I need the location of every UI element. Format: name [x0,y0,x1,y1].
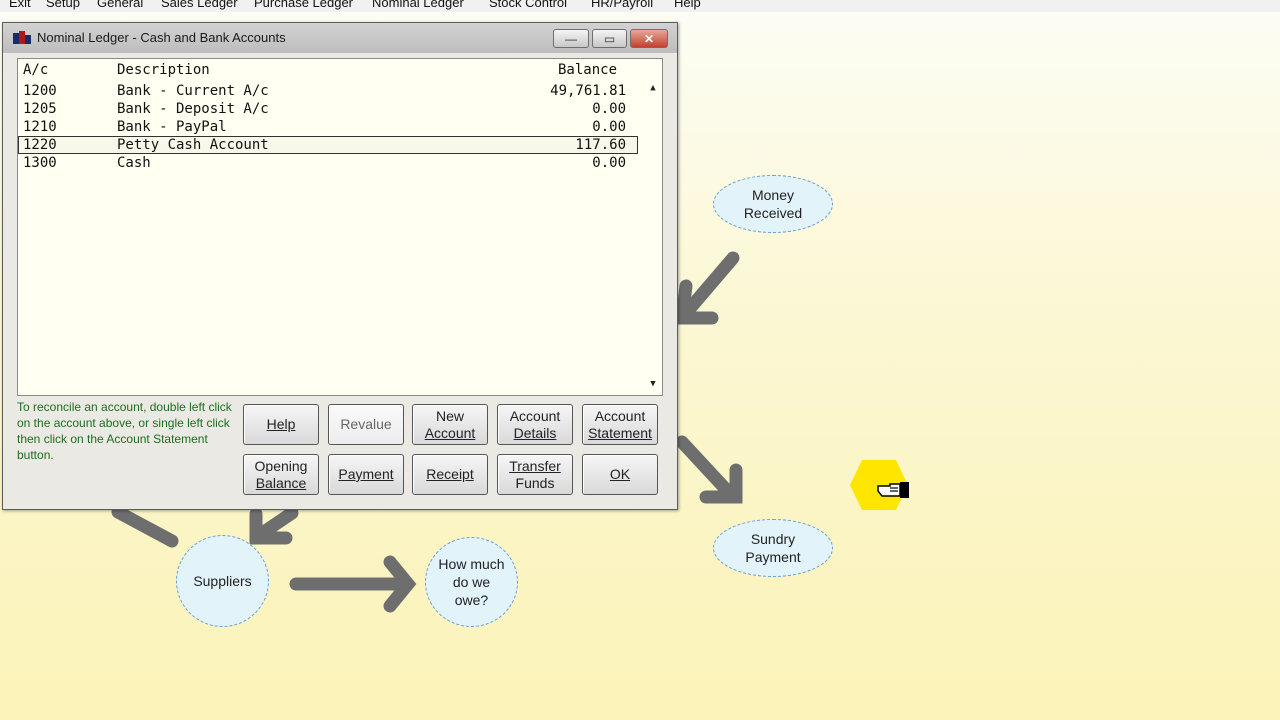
button-label: Details [513,424,557,441]
bubble-how-much-do-we-owe[interactable]: How much do we owe? [425,537,518,627]
scroll-up-arrow-icon[interactable]: ▲ [644,83,662,99]
bubble-line: Money [751,187,795,203]
button-label: Transfer [509,457,561,474]
arrow-suppliers-left [111,505,179,548]
bubble-line: Payment [745,549,801,565]
column-header-ac[interactable]: A/c [23,62,48,78]
scroll-down-arrow-icon[interactable]: ▼ [644,379,662,395]
window-title: Nominal Ledger - Cash and Bank Accounts [37,30,286,45]
button-label: OK [609,466,631,482]
arrow-money-received [679,251,740,320]
bubble-line: owe? [454,592,489,608]
cell-balance: 117.60 [575,137,626,153]
bubble-money-received[interactable]: Money Received [713,175,833,233]
cell-description: Bank - Deposit A/c [117,101,269,117]
bubble-line: Sundry [750,531,796,547]
account-details-button[interactable]: Account Details [497,404,573,445]
close-button[interactable]: ✕ [630,29,668,48]
button-label: Receipt [426,466,474,482]
cell-ac: 1300 [23,155,57,171]
minimize-button[interactable]: — [553,29,589,48]
button-label: Account [594,407,646,424]
revalue-button[interactable]: Revalue [328,404,404,445]
button-label: New [435,407,464,424]
column-header-description[interactable]: Description [117,62,210,78]
cell-ac: 1220 [23,137,57,153]
app-icon [13,31,31,44]
button-label: Balance [255,474,307,491]
arrow-sundry-payment [675,435,740,504]
bubble-line: do we [452,574,491,590]
cell-description: Cash [117,155,151,171]
table-header: A/c Description Balance [18,59,646,81]
bubble-sundry-payment[interactable]: Sundry Payment [713,519,833,577]
button-label: Account [424,424,476,441]
button-label: Payment [338,466,394,482]
cell-description: Bank - PayPal [117,119,227,135]
cell-ac: 1200 [23,83,57,99]
button-label: Funds [515,474,555,491]
cell-balance: 0.00 [592,155,626,171]
cell-balance: 0.00 [592,119,626,135]
nominal-ledger-window: Nominal Ledger - Cash and Bank Accounts … [2,22,678,510]
cell-balance: 49,761.81 [550,83,626,99]
transfer-funds-button[interactable]: Transfer Funds [497,454,573,495]
receipt-button[interactable]: Receipt [412,454,488,495]
table-row-selected[interactable]: 1220 Petty Cash Account 117.60 [18,136,638,154]
payment-button[interactable]: Payment [328,454,404,495]
cell-balance: 0.00 [592,101,626,117]
bubble-line: How much [438,556,505,572]
hand-pointer-icon [850,460,909,510]
cell-description: Petty Cash Account [117,137,269,153]
opening-balance-button[interactable]: Opening Balance [243,454,319,495]
button-label: Help [266,416,296,432]
bubble-suppliers[interactable]: Suppliers [176,535,269,627]
help-button[interactable]: Help [243,404,319,445]
accounts-table[interactable]: A/c Description Balance 1200 Bank - Curr… [17,58,663,396]
column-header-balance[interactable]: Balance [558,62,617,78]
table-row[interactable]: 1210 Bank - PayPal 0.00 [18,119,638,137]
maximize-button[interactable]: ▭ [592,29,627,48]
cell-ac: 1210 [23,119,57,135]
table-row[interactable]: 1205 Bank - Deposit A/c 0.00 [18,101,638,119]
table-row[interactable]: 1300 Cash 0.00 [18,155,638,173]
table-row[interactable]: 1200 Bank - Current A/c 49,761.81 [18,83,638,101]
button-label: Statement [588,424,652,441]
bubble-line: Suppliers [193,573,252,589]
button-label: Account [509,407,561,424]
button-label: Opening [254,457,308,474]
button-label: Revalue [340,416,392,432]
vertical-scrollbar[interactable]: ▲ ▼ [644,81,662,395]
new-account-button[interactable]: New Account [412,404,488,445]
bubble-line: Received [743,205,803,221]
ok-button[interactable]: OK [582,454,658,495]
cell-description: Bank - Current A/c [117,83,269,99]
account-statement-button[interactable]: Account Statement [582,404,658,445]
title-bar[interactable]: Nominal Ledger - Cash and Bank Accounts … [3,23,677,53]
reconcile-hint-text: To reconcile an account, double left cli… [17,400,232,462]
cell-ac: 1205 [23,101,57,117]
